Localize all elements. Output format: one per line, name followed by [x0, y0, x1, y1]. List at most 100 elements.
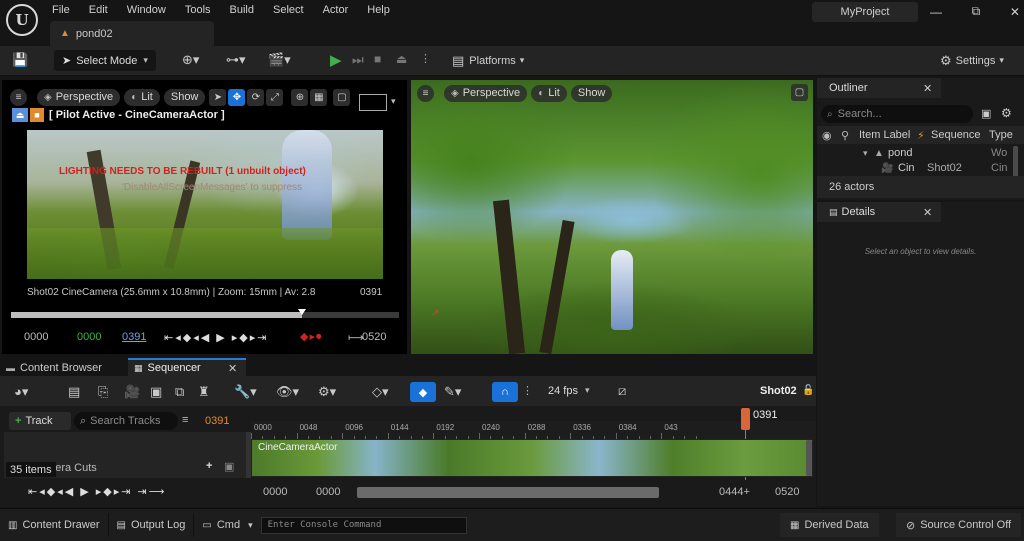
chevron-down-icon[interactable]: ▾	[391, 96, 396, 107]
render-icon[interactable]: ▣	[150, 384, 162, 400]
menu-item[interactable]: Tools	[185, 4, 211, 16]
snap-magnet-icon[interactable]: ∩	[492, 382, 518, 402]
menu-item[interactable]: Select	[273, 4, 304, 16]
eye-icon[interactable]: ◉	[822, 129, 832, 142]
translate-tool-icon[interactable]: ✥	[228, 88, 246, 106]
column-sequence[interactable]: Sequence	[931, 129, 981, 141]
current-frame[interactable]: 0391	[122, 331, 146, 343]
outliner-row[interactable]: ▾ ▲ pond Wo	[817, 146, 1012, 160]
fps-dropdown[interactable]: 24 fps	[548, 385, 578, 397]
snap-icon[interactable]: ▦	[310, 88, 328, 106]
console-input[interactable]: Enter Console Command	[260, 516, 467, 534]
save-icon[interactable]: 💾	[12, 52, 28, 68]
column-item-label[interactable]: Item Label	[859, 129, 910, 141]
filter-icon[interactable]: ≡	[182, 414, 188, 426]
select-mode-dropdown[interactable]: ➤ Select Mode ▾	[54, 50, 156, 71]
settings-button[interactable]: ⚙ Settings ▾	[940, 50, 1004, 71]
add-folder-icon[interactable]: ▣	[981, 107, 991, 120]
wrench-icon[interactable]: 🔧▾	[234, 384, 257, 400]
content-drawer-button[interactable]: ▥ Content Drawer	[0, 513, 109, 537]
search-asset-icon[interactable]: ⎘	[98, 384, 108, 400]
menu-item[interactable]: Help	[367, 4, 390, 16]
maximize-viewport-icon[interactable]: ▢	[791, 84, 808, 101]
record-icon[interactable]: ◆▸⏺	[300, 330, 322, 344]
platforms-button[interactable]: ▤ Platforms ▾	[452, 50, 524, 71]
advance-frame-icon[interactable]: ⏭	[352, 52, 364, 68]
minimize-icon[interactable]: —	[930, 5, 942, 19]
outliner-row[interactable]: 🎥 Cin Shot02 Cin	[817, 161, 1012, 175]
tab-content-browser[interactable]: ▬ Content Browser	[6, 359, 102, 376]
search-tracks-input[interactable]: ⌕ Search Tracks	[74, 412, 178, 430]
perspective-button[interactable]: ◈ Perspective	[37, 88, 121, 106]
perspective-viewport[interactable]: ≡ ◈ Perspective ◐ Lit Show ▢ ↗	[411, 80, 813, 354]
range-end[interactable]: 0520	[775, 486, 799, 498]
cinematics-icon[interactable]: 🎬▾	[268, 52, 291, 68]
output-log-button[interactable]: ▤ Output Log	[109, 513, 195, 537]
document-tab[interactable]: ▲ pond02	[50, 21, 214, 46]
outliner-scrollbar[interactable]	[1013, 146, 1018, 178]
derived-data-button[interactable]: ▦ Derived Data	[780, 513, 879, 537]
close-icon[interactable]: ✕	[228, 362, 237, 375]
blueprint-icon[interactable]: ⊶▾	[226, 52, 246, 68]
lit-button[interactable]: ◐ Lit	[124, 88, 160, 106]
transport-controls-icon[interactable]: ⇤◂◆◂◀ ▶ ▸◆▸⇥ ⇥⟶	[28, 485, 167, 498]
view-options-icon[interactable]: 👁▾	[276, 384, 299, 400]
menu-item[interactable]: Build	[230, 4, 254, 16]
source-control-button[interactable]: ⊘ Source Control Off	[896, 513, 1022, 537]
maximize-viewport-icon[interactable]: ▢	[333, 88, 351, 106]
column-type[interactable]: Type	[989, 129, 1013, 141]
import-icon[interactable]: ⧉	[175, 384, 184, 400]
pen-icon[interactable]: ✎▾	[444, 384, 461, 400]
expand-arrow-icon[interactable]: ▾	[863, 148, 868, 159]
select-tool-icon[interactable]: ➤	[209, 88, 227, 106]
world-icon[interactable]: ◕▾	[14, 384, 28, 400]
current-frame-field[interactable]: 0391	[205, 415, 229, 427]
auto-key-icon[interactable]: ◆	[410, 382, 436, 402]
view-range-scrollbar[interactable]	[357, 487, 659, 498]
pin-icon[interactable]: ⚲	[841, 129, 849, 142]
layout-grid-icon[interactable]	[359, 94, 387, 111]
view-end[interactable]: 0444+	[719, 486, 750, 498]
scrub-bar[interactable]	[11, 309, 399, 318]
lit-button[interactable]: ◐ Lit	[531, 84, 567, 102]
pilot-viewport[interactable]: ≡ ◈ Perspective ◐ Lit Show ➤ ✥ ⟳ ⤢ ⊕ ▦ ▢…	[2, 80, 407, 354]
close-icon[interactable]: ✕	[1010, 5, 1020, 19]
play-icon[interactable]: ▶	[330, 51, 342, 69]
playhead-handle[interactable]	[741, 408, 750, 430]
menu-item[interactable]: Edit	[89, 4, 108, 16]
scrub-handle[interactable]	[298, 309, 306, 315]
show-button[interactable]: Show	[163, 88, 206, 106]
gear-icon[interactable]: ⚙	[1001, 106, 1012, 120]
key-icon[interactable]: ◇▾	[372, 384, 389, 400]
add-track-button[interactable]: + Track	[9, 412, 71, 430]
more-options-icon[interactable]: ⋮	[522, 384, 533, 397]
close-icon[interactable]: ✕	[923, 206, 932, 219]
more-options-icon[interactable]: ⋮	[420, 52, 431, 65]
curve-editor-icon[interactable]: ⧄	[618, 383, 626, 399]
outliner-tab[interactable]: Outliner ✕	[817, 78, 941, 98]
menu-item[interactable]: File	[52, 4, 70, 16]
camera-cut-clip[interactable]: CineCameraActor	[251, 439, 813, 477]
eject-icon[interactable]: ⏏	[396, 52, 407, 66]
maximize-icon[interactable]: ⧉	[972, 4, 981, 19]
transport-controls-icon[interactable]: ⇤◂◆◂◀ ▶ ▸◆▸⇥	[164, 331, 268, 344]
view-start[interactable]: 0000	[316, 486, 340, 498]
save-icon[interactable]: ▤	[68, 384, 80, 400]
lock-icon[interactable]: 🔓	[802, 385, 814, 396]
close-icon[interactable]: ✕	[923, 82, 932, 95]
scale-tool-icon[interactable]: ⤢	[266, 88, 284, 106]
track-scrollbar[interactable]	[806, 440, 812, 476]
add-shot-icon[interactable]: +	[206, 460, 212, 472]
rotate-tool-icon[interactable]: ⟳	[247, 88, 265, 106]
timeline-ruler[interactable]: 0000 0048 0096 0144 0192 0240 0288 0336 0384 043	[251, 421, 816, 439]
start-frame[interactable]: 0000	[24, 331, 48, 343]
stop-icon[interactable]: ■	[374, 52, 381, 66]
details-tab[interactable]: ▤ Details ✕	[817, 202, 941, 222]
menu-item[interactable]: Actor	[323, 4, 349, 16]
hamburger-menu-icon[interactable]: ≡	[10, 88, 27, 106]
outliner-search-input[interactable]: ⌕ Search...	[821, 105, 973, 123]
cmd-dropdown[interactable]: ▭ Cmd ▾	[194, 519, 252, 531]
camera-icon[interactable]: 🎥	[124, 384, 140, 400]
tab-sequencer[interactable]: ▦ Sequencer ✕	[128, 358, 246, 376]
end-frame[interactable]: 0520	[362, 331, 386, 343]
